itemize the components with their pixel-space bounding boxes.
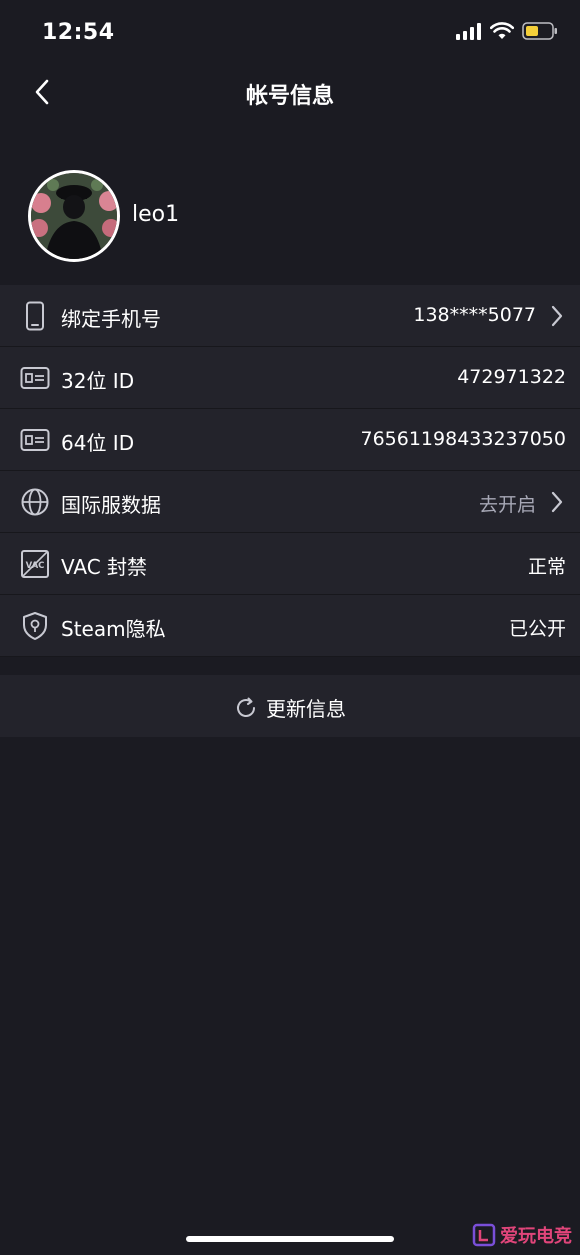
- row-id-64: 64位 ID 76561198433237050: [0, 409, 580, 471]
- svg-text:VAC: VAC: [26, 561, 45, 571]
- shield-icon: [20, 611, 50, 641]
- row-label: 32位 ID: [61, 369, 135, 393]
- row-label: Steam隐私: [61, 617, 166, 641]
- row-id-32: 32位 ID 472971322: [0, 347, 580, 409]
- chevron-right-icon: [551, 491, 563, 513]
- avatar-image: [31, 173, 117, 259]
- row-value: 去开启: [478, 494, 536, 516]
- signal-icon: [456, 23, 481, 40]
- watermark-logo: [472, 1223, 496, 1247]
- username: leo1: [132, 202, 180, 227]
- row-label: 国际服数据: [61, 493, 161, 517]
- watermark: 爱玩电竞: [472, 1222, 572, 1248]
- row-phone[interactable]: 绑定手机号 138****5077: [0, 285, 580, 347]
- avatar[interactable]: [28, 170, 120, 262]
- globe-icon: [20, 487, 50, 517]
- status-time: 12:54: [42, 20, 115, 45]
- row-label: VAC 封禁: [61, 555, 148, 579]
- row-label: 64位 ID: [61, 431, 135, 455]
- account-info-list: 绑定手机号 138****5077 32位 ID 472971322 64位 I…: [0, 285, 580, 657]
- row-value: 472971322: [457, 366, 566, 388]
- row-value: 76561198433237050: [360, 428, 566, 450]
- refresh-icon: [237, 697, 255, 717]
- phone-icon: [20, 301, 50, 331]
- profile-header: leo1: [0, 160, 580, 272]
- id-card-icon: [20, 425, 50, 455]
- row-international-data[interactable]: 国际服数据 去开启: [0, 471, 580, 533]
- update-info-button[interactable]: 更新信息: [0, 675, 580, 737]
- nav-bar: 帐号信息: [0, 64, 580, 122]
- row-vac-ban: VAC VAC 封禁 正常: [0, 533, 580, 595]
- row-value: 138****5077: [413, 304, 536, 326]
- status-bar: 12:54: [0, 0, 580, 64]
- status-icons: [456, 22, 558, 40]
- page-title: 帐号信息: [245, 84, 334, 109]
- row-label: 绑定手机号: [61, 307, 161, 331]
- row-value: 正常: [527, 556, 566, 578]
- wifi-icon: [490, 22, 514, 39]
- vac-icon: VAC: [20, 549, 50, 579]
- row-value: 已公开: [508, 618, 566, 640]
- row-steam-privacy: Steam隐私 已公开: [0, 595, 580, 657]
- home-indicator: [186, 1236, 394, 1242]
- update-info-label: 更新信息: [266, 697, 346, 721]
- chevron-right-icon: [551, 305, 563, 327]
- battery-icon: [522, 22, 557, 40]
- id-card-icon: [20, 363, 50, 393]
- watermark-text: 爱玩电竞: [500, 1226, 572, 1247]
